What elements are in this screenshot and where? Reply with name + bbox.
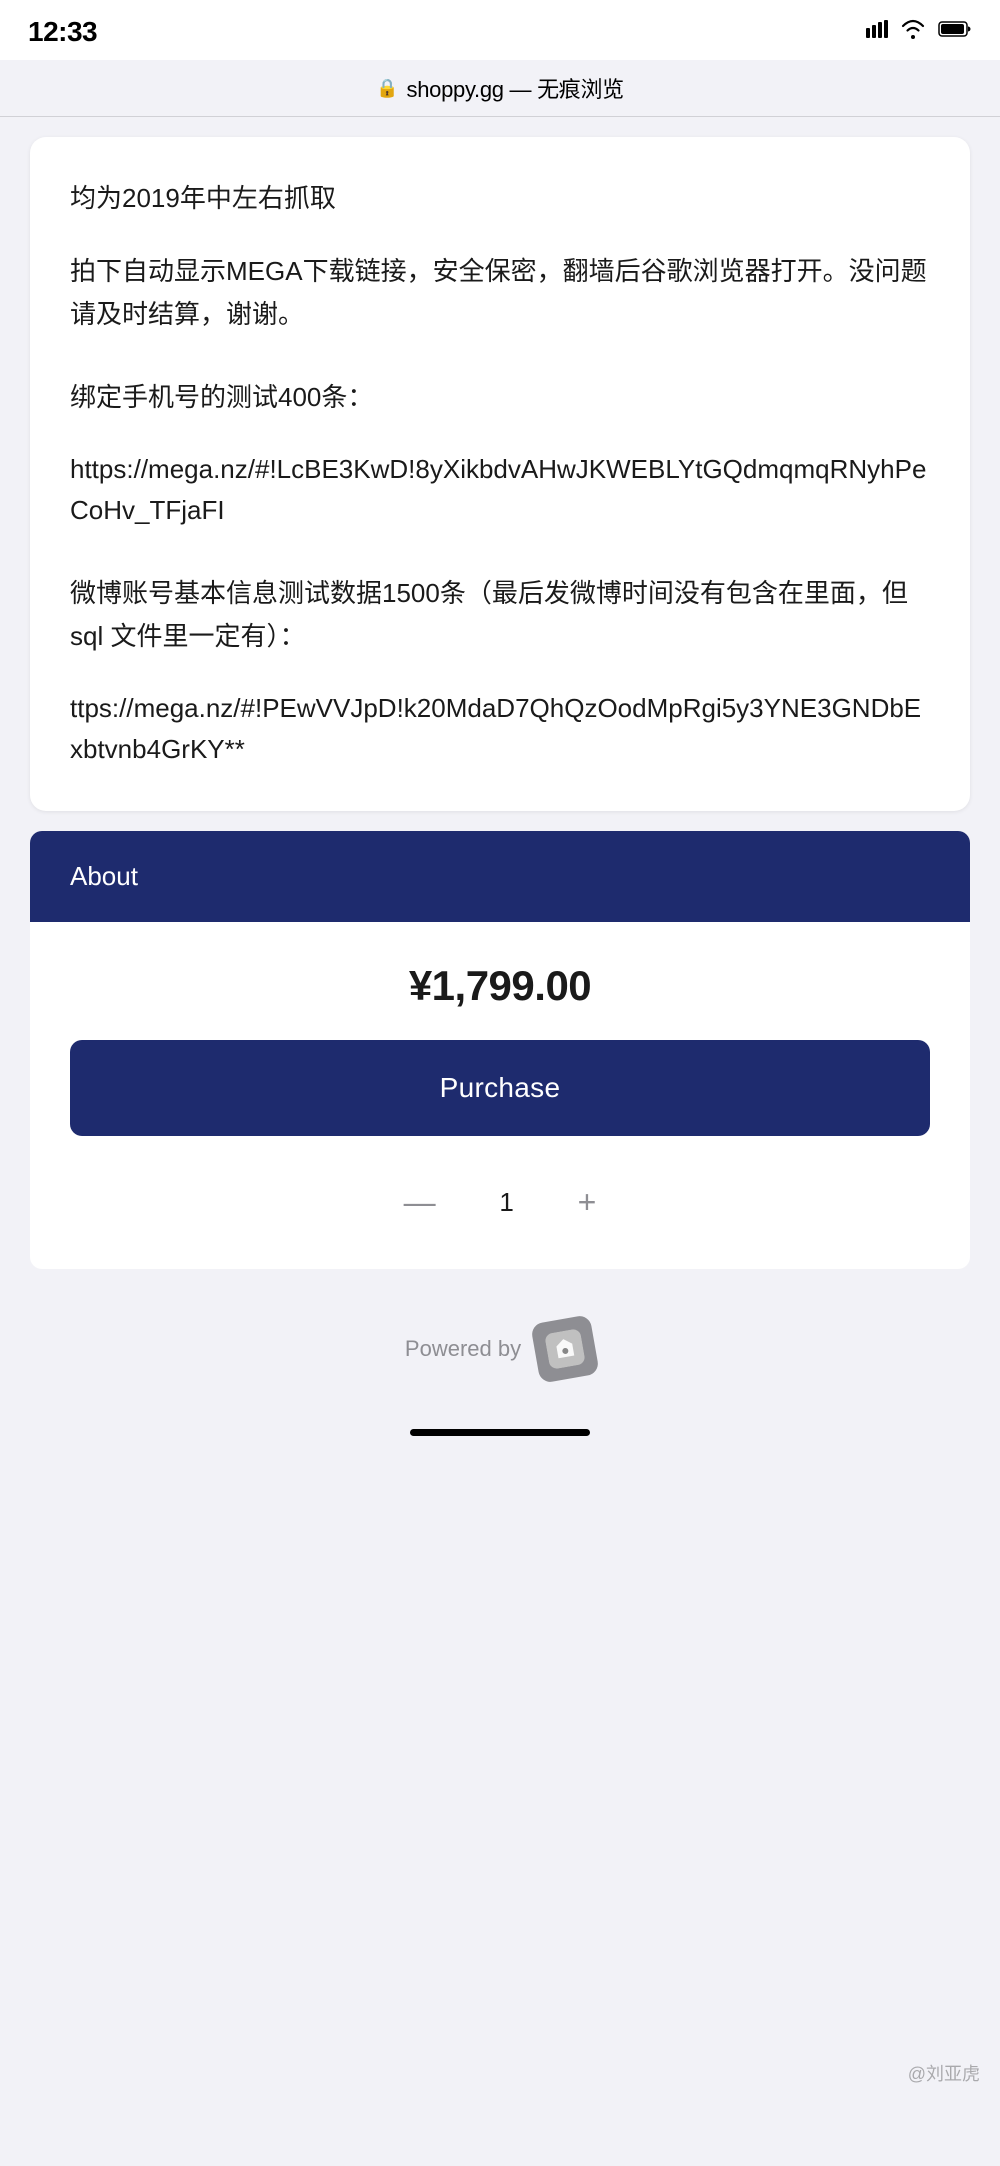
browser-bar: 🔒 shoppy.gg — 无痕浏览 bbox=[0, 60, 1000, 117]
quantity-increase-button[interactable]: + bbox=[562, 1176, 613, 1229]
paragraph-4: 微博账号基本信息测试数据1500条（最后发微博时间没有包含在里面，但 sql 文… bbox=[70, 572, 930, 658]
quantity-value: 1 bbox=[492, 1187, 522, 1218]
content-card: 均为2019年中左右抓取 拍下自动显示MEGA下载链接，安全保密，翻墙后谷歌浏览… bbox=[30, 137, 970, 811]
watermark: @刘亚虎 bbox=[908, 2060, 980, 2086]
shoppy-logo bbox=[530, 1314, 600, 1384]
paragraph-3: 绑定手机号的测试400条： bbox=[70, 376, 930, 419]
battery-icon bbox=[938, 20, 972, 44]
price-section: ¥1,799.00 bbox=[30, 922, 970, 1010]
link-2: ttps://mega.nz/#!PEwVVJpD!k20MdaD7QhQzOo… bbox=[70, 688, 930, 771]
powered-by-section: Powered by bbox=[0, 1269, 1000, 1409]
link-1: https://mega.nz/#!LcBE3KwD!8yXikbdvAHwJK… bbox=[70, 449, 930, 532]
browser-url: shoppy.gg — 无痕浏览 bbox=[407, 72, 624, 104]
quantity-decrease-button[interactable]: — bbox=[388, 1176, 452, 1229]
home-bar bbox=[410, 1429, 590, 1436]
purchase-button[interactable]: Purchase bbox=[70, 1040, 930, 1136]
about-label: About bbox=[70, 861, 138, 891]
status-time: 12:33 bbox=[28, 16, 97, 48]
paragraph-2: 拍下自动显示MEGA下载链接，安全保密，翻墙后谷歌浏览器打开。没问题请及时结算，… bbox=[70, 250, 930, 336]
home-indicator bbox=[0, 1409, 1000, 1466]
status-bar: 12:33 bbox=[0, 0, 1000, 60]
signal-icon bbox=[866, 20, 888, 44]
wifi-icon bbox=[900, 19, 926, 45]
purchase-section: Purchase bbox=[30, 1010, 970, 1156]
status-icons bbox=[866, 19, 972, 45]
lock-icon: 🔒 bbox=[376, 78, 398, 99]
price-display: ¥1,799.00 bbox=[409, 962, 591, 1010]
about-section: About bbox=[30, 831, 970, 922]
quantity-section: — 1 + bbox=[30, 1156, 970, 1269]
powered-by-text: Powered by bbox=[405, 1336, 521, 1362]
paragraph-1: 均为2019年中左右抓取 bbox=[70, 177, 930, 220]
